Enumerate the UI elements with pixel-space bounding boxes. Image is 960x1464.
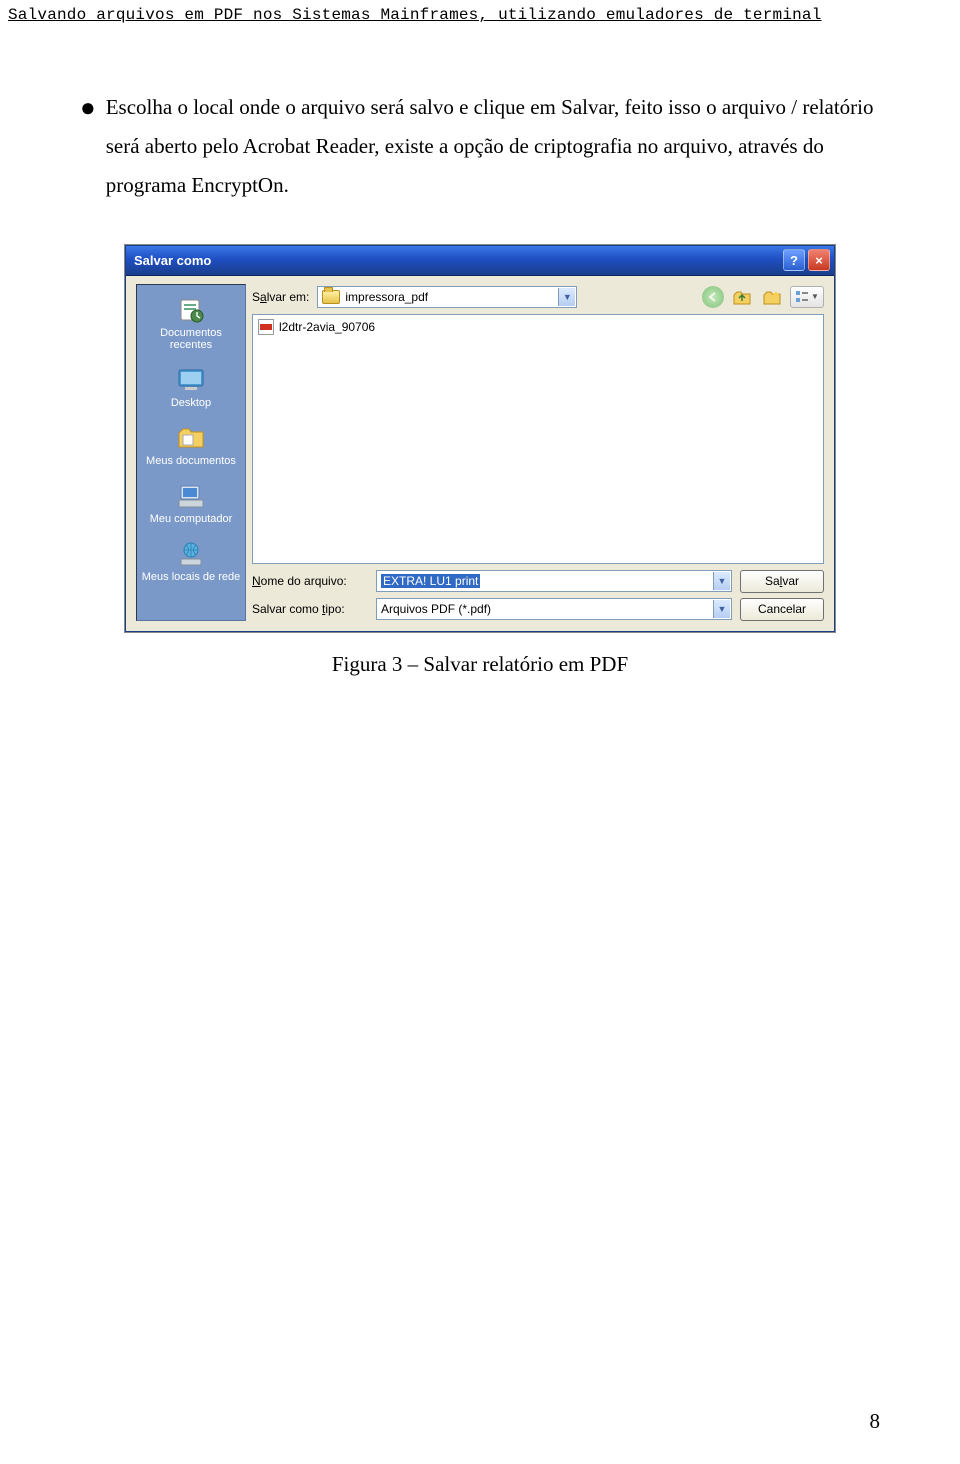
place-my-computer[interactable]: Meu computador (139, 477, 243, 529)
dialog-main-area: Salvar em: impressora_pdf ▼ (252, 284, 824, 621)
save-in-row: Salvar em: impressora_pdf ▼ (252, 284, 824, 314)
file-list[interactable]: l2dtr-2avia_90706 (252, 314, 824, 564)
close-button[interactable]: × (808, 249, 830, 271)
back-button[interactable] (702, 286, 724, 308)
up-one-level-button[interactable] (730, 286, 754, 308)
toolbar-nav: ▼ (702, 286, 824, 308)
desktop-icon (174, 365, 208, 395)
my-computer-icon (174, 481, 208, 511)
page-header: Salvando arquivos em PDF nos Sistemas Ma… (0, 0, 960, 28)
bullet-item: ● Escolha o local onde o arquivo será sa… (80, 88, 880, 205)
dialog-bottom-rows: Nome do arquivo: EXTRA! LU1 print ▼ Salv… (252, 570, 824, 621)
dialog-body: Documentos recentes Desktop Meus documen… (126, 276, 834, 631)
bullet-dot: ● (80, 88, 96, 128)
chevron-down-icon: ▼ (811, 292, 819, 301)
place-recent-documents[interactable]: Documentos recentes (139, 291, 243, 355)
filetype-field[interactable]: Arquivos PDF (*.pdf) ▼ (376, 598, 732, 620)
filename-label: Nome do arquivo: (252, 574, 368, 588)
save-in-combo[interactable]: impressora_pdf ▼ (317, 286, 577, 308)
bullet-text: Escolha o local onde o arquivo será salv… (106, 88, 880, 205)
pdf-file-icon (258, 319, 274, 335)
place-desktop[interactable]: Desktop (139, 361, 243, 413)
filename-row: Nome do arquivo: EXTRA! LU1 print ▼ Salv… (252, 570, 824, 593)
folder-icon (322, 290, 340, 304)
place-label: Meu computador (150, 513, 233, 525)
list-item[interactable]: l2dtr-2avia_90706 (256, 318, 820, 336)
file-item-name: l2dtr-2avia_90706 (279, 320, 375, 334)
place-label: Documentos recentes (139, 327, 243, 351)
page-number: 8 (870, 1409, 881, 1434)
place-label: Meus documentos (146, 455, 236, 467)
filetype-label: Salvar como tipo: (252, 602, 368, 616)
save-in-label: Salvar em: (252, 290, 309, 304)
filetype-value: Arquivos PDF (*.pdf) (381, 602, 491, 616)
filename-value: EXTRA! LU1 print (381, 574, 480, 588)
figure-wrapper: Salvar como ? × Documentos recentes (80, 245, 880, 677)
dialog-titlebar: Salvar como ? × (126, 246, 834, 276)
save-as-dialog: Salvar como ? × Documentos recentes (125, 245, 835, 632)
chevron-down-icon: ▼ (713, 600, 730, 618)
view-menu-button[interactable]: ▼ (790, 286, 824, 308)
page-content: ● Escolha o local onde o arquivo será sa… (0, 28, 960, 677)
my-documents-icon (174, 423, 208, 453)
recent-documents-icon (174, 295, 208, 325)
filetype-row: Salvar como tipo: Arquivos PDF (*.pdf) ▼… (252, 598, 824, 621)
dialog-title: Salvar como (134, 253, 211, 268)
new-folder-button[interactable] (760, 286, 784, 308)
place-label: Meus locais de rede (142, 571, 240, 583)
place-my-network[interactable]: Meus locais de rede (139, 535, 243, 587)
help-button[interactable]: ? (783, 249, 805, 271)
chevron-down-icon: ▼ (558, 288, 575, 306)
place-label: Desktop (171, 397, 211, 409)
my-network-icon (174, 539, 208, 569)
cancel-button[interactable]: Cancelar (740, 598, 824, 621)
save-button[interactable]: Salvar (740, 570, 824, 593)
place-my-documents[interactable]: Meus documentos (139, 419, 243, 471)
filename-field[interactable]: EXTRA! LU1 print ▼ (376, 570, 732, 592)
places-bar: Documentos recentes Desktop Meus documen… (136, 284, 246, 621)
figure-caption: Figura 3 – Salvar relatório em PDF (332, 652, 628, 677)
save-in-value: impressora_pdf (345, 290, 428, 304)
chevron-down-icon: ▼ (713, 572, 730, 590)
